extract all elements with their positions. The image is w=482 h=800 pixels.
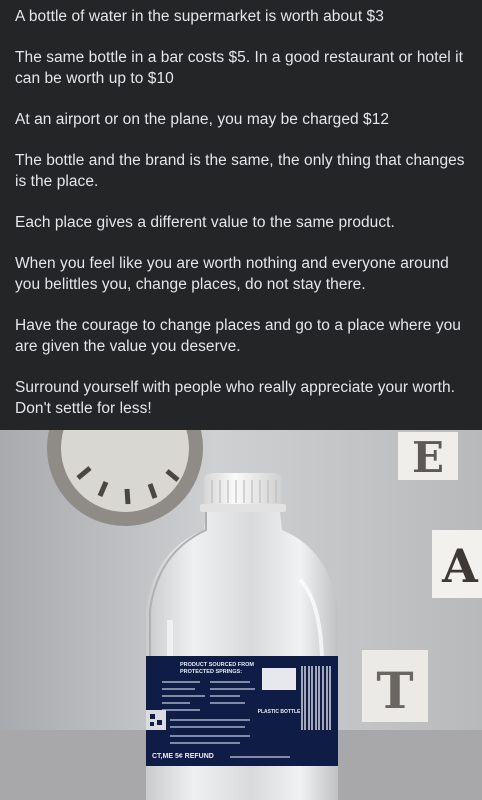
svg-text:PROTECTED SPRINGS:: PROTECTED SPRINGS: <box>180 669 242 675</box>
svg-text:CT,ME 5¢ REFUND: CT,ME 5¢ REFUND <box>152 753 214 760</box>
post-paragraph: At an airport or on the plane, you may b… <box>15 111 390 128</box>
post-paragraph: Have the courage to change places and go… <box>15 317 461 355</box>
letter-block-e: E <box>398 432 458 482</box>
svg-text:PRODUCT SOURCED FROM: PRODUCT SOURCED FROM <box>180 662 254 668</box>
post-body-text: A bottle of water in the supermarket is … <box>0 0 482 430</box>
post-paragraph: When you feel like you are worth nothing… <box>15 255 449 293</box>
letter-block-a: A <box>432 530 482 598</box>
post-paragraph: Each place gives a different value to th… <box>15 214 395 231</box>
post-paragraph: The same bottle in a bar costs $5. In a … <box>15 49 463 87</box>
svg-text:T: T <box>376 661 413 720</box>
post-paragraph: Surround yourself with people who really… <box>15 379 455 417</box>
letter-block-t: T <box>362 650 428 722</box>
svg-text:PLASTIC BOTTLE: PLASTIC BOTTLE <box>258 709 301 715</box>
svg-text:A: A <box>441 539 479 593</box>
facebook-post: A bottle of water in the supermarket is … <box>0 0 482 800</box>
post-paragraph: The bottle and the brand is the same, th… <box>15 152 465 190</box>
water-bottle-photo: E A T PRODUCT SOURCED FROM PROTECTED SPR… <box>0 430 482 800</box>
post-photo[interactable]: E A T PRODUCT SOURCED FROM PROTECTED SPR… <box>0 430 482 800</box>
post-paragraph: A bottle of water in the supermarket is … <box>15 8 384 25</box>
svg-text:E: E <box>412 433 444 482</box>
